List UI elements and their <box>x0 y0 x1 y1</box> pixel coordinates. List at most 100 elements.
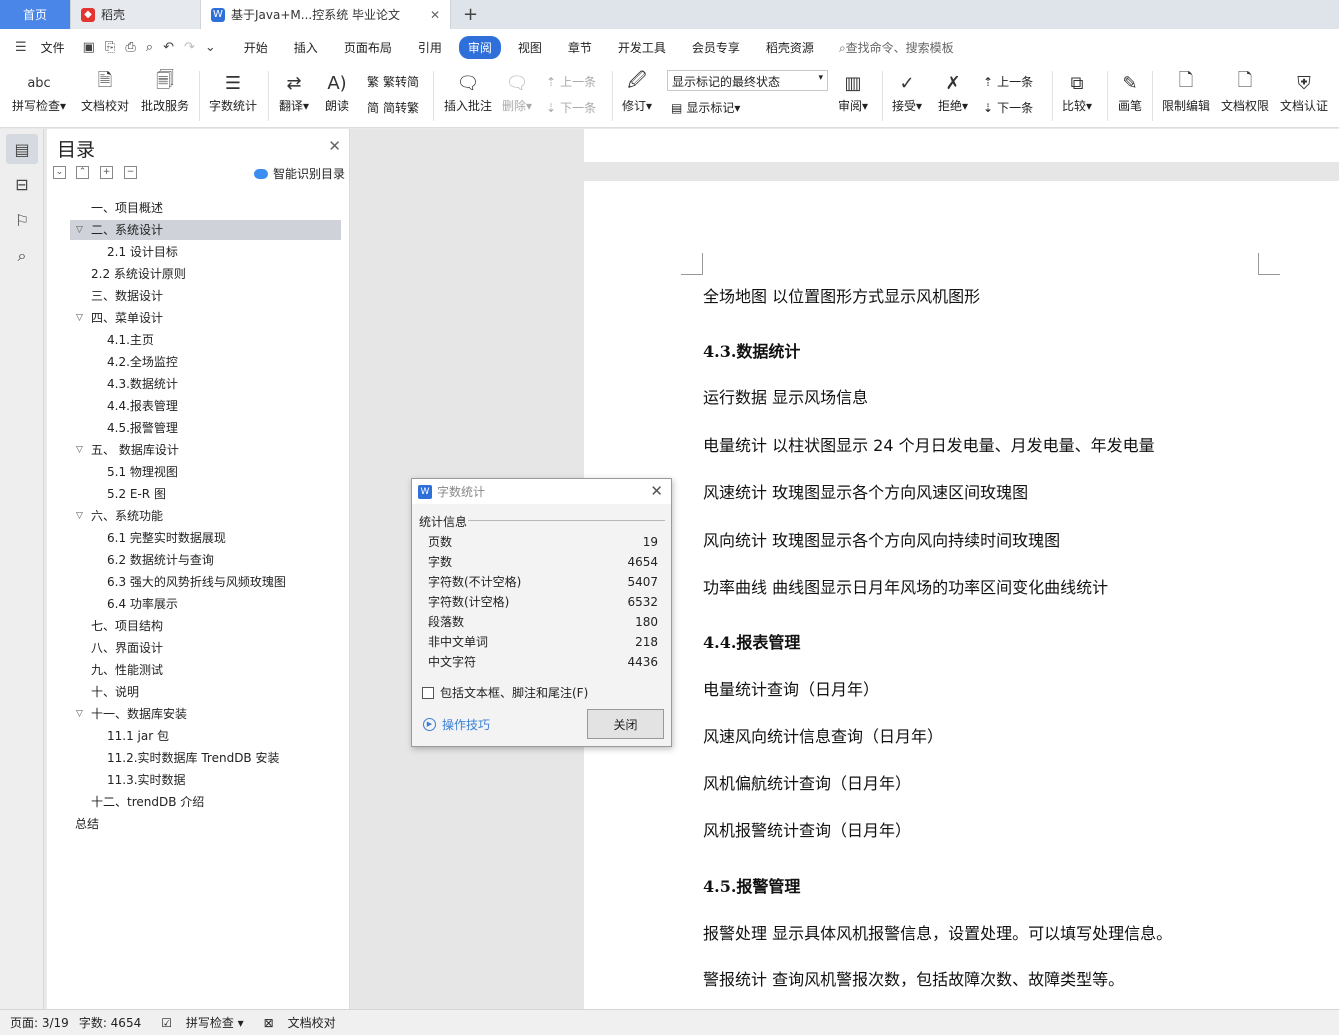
close-icon[interactable]: ✕ <box>328 137 341 155</box>
command-search[interactable]: ⌕查找命令、搜索模板 <box>839 39 954 56</box>
toc-item[interactable]: 五、 数据库设计 <box>91 440 179 460</box>
toc-item[interactable]: 4.3.数据统计 <box>107 374 178 394</box>
expand-all-icon[interactable]: + <box>100 166 113 179</box>
expand-up-icon[interactable]: ⌃ <box>76 166 89 179</box>
toc-item[interactable]: 6.2 数据统计与查询 <box>107 550 214 570</box>
undo-icon[interactable]: ↶ <box>158 40 179 55</box>
toc-item[interactable]: 九、性能测试 <box>91 660 163 680</box>
next-comment-button[interactable]: ⇣ 下一条 <box>546 99 596 116</box>
prev-change-button[interactable]: ⇡ 上一条 <box>983 73 1033 90</box>
dialog-titlebar[interactable]: W 字数统计 <box>412 479 671 504</box>
redo-icon[interactable]: ↷ <box>179 40 200 55</box>
chevron-down-icon[interactable]: ▽ <box>76 445 83 455</box>
menu-dev-tools[interactable]: 开发工具 <box>609 36 675 59</box>
show-markup-button[interactable]: ▤ 显示标记 ▾ <box>671 99 740 116</box>
export-pdf-icon[interactable]: ⎘ <box>100 40 120 55</box>
toc-item[interactable]: 11.2.实时数据库 TrendDB 安装 <box>107 748 279 768</box>
word-count-button[interactable]: ☰ 字数统计 <box>209 69 257 114</box>
menu-review[interactable]: 审阅 <box>458 35 501 59</box>
chevron-down-icon[interactable]: ▽ <box>76 225 83 235</box>
toc-pane-icon[interactable]: ▤ <box>6 134 38 164</box>
menu-page-layout[interactable]: 页面布局 <box>335 36 401 59</box>
menu-chapter[interactable]: 章节 <box>559 36 601 59</box>
collapse-icon[interactable]: − <box>124 166 137 179</box>
review-pane-button[interactable]: ▥ 审阅▾ <box>838 69 868 114</box>
doc-proof-button[interactable]: 🗎 文档校对 <box>81 69 129 114</box>
toc-item[interactable]: 4.4.报表管理 <box>107 396 178 416</box>
read-aloud-button[interactable]: A) 朗读 <box>324 69 350 114</box>
toc-item[interactable]: 八、界面设计 <box>91 638 163 658</box>
chevron-down-icon[interactable]: ▽ <box>76 313 83 323</box>
page-indicator[interactable]: 页面: 3/19 <box>10 1014 69 1031</box>
close-icon[interactable]: ✕ <box>430 8 440 22</box>
insert-comment-button[interactable]: 🗨 插入批注 <box>444 69 492 114</box>
collapse-all-icon[interactable]: ⌄ <box>53 166 66 179</box>
translate-button[interactable]: ⇄ 翻译▾ <box>279 69 309 114</box>
menu-view[interactable]: 视图 <box>509 36 551 59</box>
prev-comment-button[interactable]: ⇡ 上一条 <box>546 73 596 90</box>
toc-item[interactable]: 4.2.全场监控 <box>107 352 178 372</box>
include-textbox-checkbox[interactable]: 包括文本框、脚注和尾注(F) <box>422 684 588 701</box>
toc-item[interactable]: 十、说明 <box>91 682 139 702</box>
save-icon[interactable]: ▣ <box>78 40 100 55</box>
accept-button[interactable]: ✓ 接受▾ <box>892 69 922 114</box>
doc-proof-status[interactable]: ⊠ 文档校对 <box>254 1014 336 1031</box>
search-icon[interactable]: ⌕ <box>6 241 38 271</box>
hamburger-menu-icon[interactable]: ☰ <box>10 40 32 55</box>
tab-document[interactable]: W 基于Java+M...控系统 毕业论文 ✕ <box>201 0 451 29</box>
tab-home[interactable]: 首页 <box>0 0 71 29</box>
menu-file[interactable]: 文件 <box>32 36 74 59</box>
doc-certify-button[interactable]: ⛨ 文档认证 <box>1280 69 1328 114</box>
toc-item[interactable]: 一、项目概述 <box>91 198 163 218</box>
checkbox-box[interactable] <box>422 686 434 699</box>
toc-item[interactable]: 11.1 jar 包 <box>107 726 169 746</box>
menu-references[interactable]: 引用 <box>409 36 451 59</box>
spell-check-status[interactable]: ☑ 拼写检查 ▾ <box>151 1014 243 1031</box>
tab-daoke[interactable]: ◆ 稻壳 <box>71 0 201 29</box>
menu-insert[interactable]: 插入 <box>285 36 327 59</box>
toc-item[interactable]: 七、项目结构 <box>91 616 163 636</box>
reject-button[interactable]: ✗ 拒绝▾ <box>938 69 968 114</box>
print-preview-icon[interactable]: ⌕ <box>141 40 158 55</box>
toc-item[interactable]: 6.4 功率展示 <box>107 594 178 614</box>
doc-permission-button[interactable]: 🗋 文档权限 <box>1221 69 1269 114</box>
toc-item[interactable]: 总结 <box>75 814 99 834</box>
toc-item-selected[interactable]: 二、系统设计 <box>70 220 341 240</box>
pen-button[interactable]: ✎ 画笔 <box>1117 69 1143 114</box>
word-count-indicator[interactable]: 字数: 4654 <box>79 1014 141 1031</box>
toc-item[interactable]: 六、系统功能 <box>91 506 163 526</box>
correction-service-button[interactable]: 🗐 批改服务 <box>141 69 189 114</box>
toc-item[interactable]: 2.2 系统设计原则 <box>91 264 186 284</box>
track-changes-button[interactable]: 🖉 修订▾ <box>622 69 652 114</box>
toc-item[interactable]: 5.1 物理视图 <box>107 462 178 482</box>
menu-daoke-resources[interactable]: 稻壳资源 <box>757 36 823 59</box>
toc-item[interactable]: 十二、trendDB 介绍 <box>91 792 204 812</box>
close-icon[interactable]: ✕ <box>650 482 663 500</box>
toc-item[interactable]: 2.1 设计目标 <box>107 242 178 262</box>
toc-item[interactable]: 6.3 强大的风势折线与风频玫瑰图 <box>107 572 286 592</box>
customize-chevron-icon[interactable]: ⌄ <box>200 40 221 55</box>
toc-item[interactable]: 4.1.主页 <box>107 330 154 350</box>
chevron-down-icon[interactable]: ▽ <box>76 709 83 719</box>
next-change-button[interactable]: ⇣ 下一条 <box>983 99 1033 116</box>
toc-item[interactable]: 4.5.报警管理 <box>107 418 178 438</box>
toc-item[interactable]: 11.3.实时数据 <box>107 770 186 790</box>
compare-button[interactable]: ⧉ 比较▾ <box>1062 69 1092 114</box>
chapter-nav-icon[interactable]: ⊟ <box>6 169 38 199</box>
chevron-down-icon[interactable]: ▽ <box>76 511 83 521</box>
menu-start[interactable]: 开始 <box>235 36 277 59</box>
smart-toc-button[interactable]: 智能识别目录 <box>253 165 345 182</box>
new-tab-button[interactable]: + <box>451 0 490 29</box>
spell-check-button[interactable]: abc 拼写检查▾ <box>12 69 66 114</box>
restrict-editing-button[interactable]: 🗋 限制编辑 <box>1162 69 1210 114</box>
toc-item[interactable]: 5.2 E-R 图 <box>107 484 166 504</box>
menu-member[interactable]: 会员专享 <box>683 36 749 59</box>
delete-comment-button[interactable]: 🗨 删除▾ <box>502 69 532 114</box>
close-button[interactable]: 关闭 <box>587 709 664 739</box>
trad-to-simp-button[interactable]: 繁繁转简 <box>367 73 419 90</box>
toc-item[interactable]: 三、数据设计 <box>91 286 163 306</box>
toc-item[interactable]: 十一、数据库安装 <box>91 704 187 724</box>
simp-to-trad-button[interactable]: 简简转繁 <box>367 99 419 116</box>
toc-item[interactable]: 四、菜单设计 <box>91 308 163 328</box>
markup-state-select[interactable]: 显示标记的最终状态 ▾ <box>667 70 828 91</box>
